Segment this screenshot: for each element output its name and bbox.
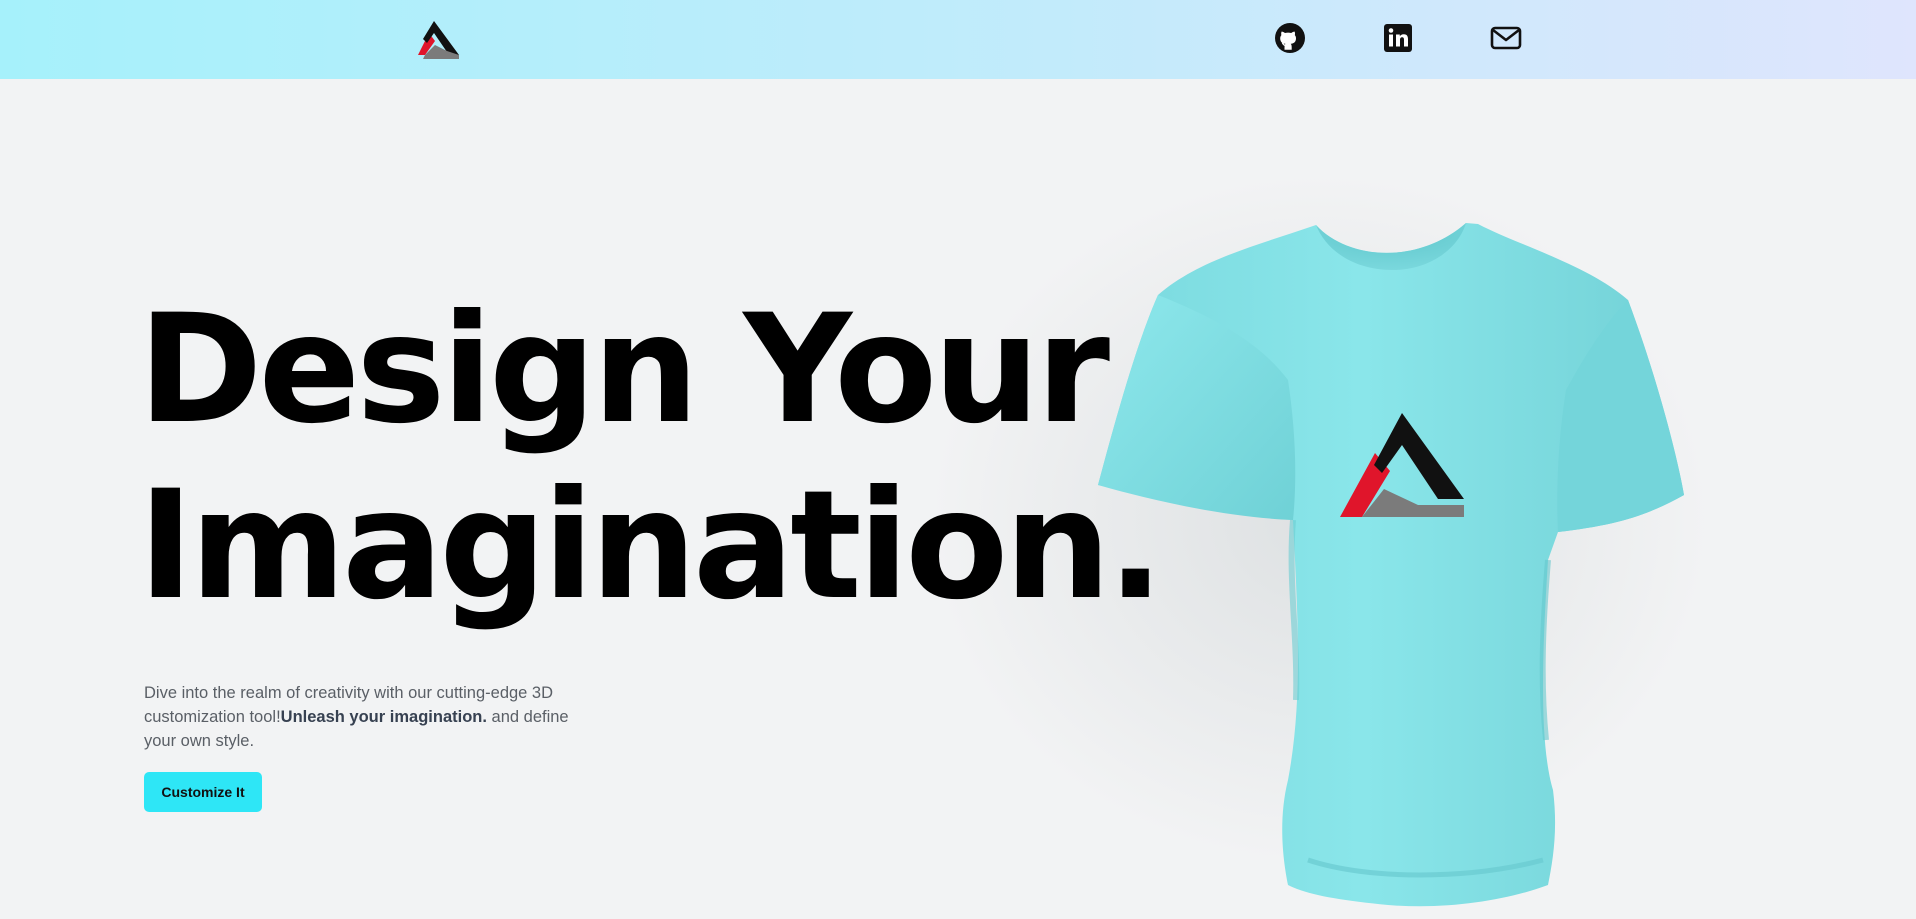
tshirt-model[interactable] bbox=[1088, 220, 1688, 910]
linkedin-icon[interactable] bbox=[1382, 22, 1414, 54]
headline-line-2: Imagination. bbox=[138, 459, 1164, 633]
github-icon[interactable] bbox=[1274, 22, 1306, 54]
brand-logo-icon[interactable] bbox=[415, 19, 461, 59]
mail-icon[interactable] bbox=[1490, 22, 1522, 54]
navbar bbox=[0, 0, 1916, 79]
hero-headline: Design Your Imagination. bbox=[138, 282, 1164, 634]
description-bold: Unleash your imagination. bbox=[280, 708, 487, 726]
headline-line-1: Design Your bbox=[138, 283, 1110, 457]
customize-it-button[interactable]: Customize It bbox=[144, 772, 262, 812]
hero-description: Dive into the realm of creativity with o… bbox=[144, 681, 584, 753]
